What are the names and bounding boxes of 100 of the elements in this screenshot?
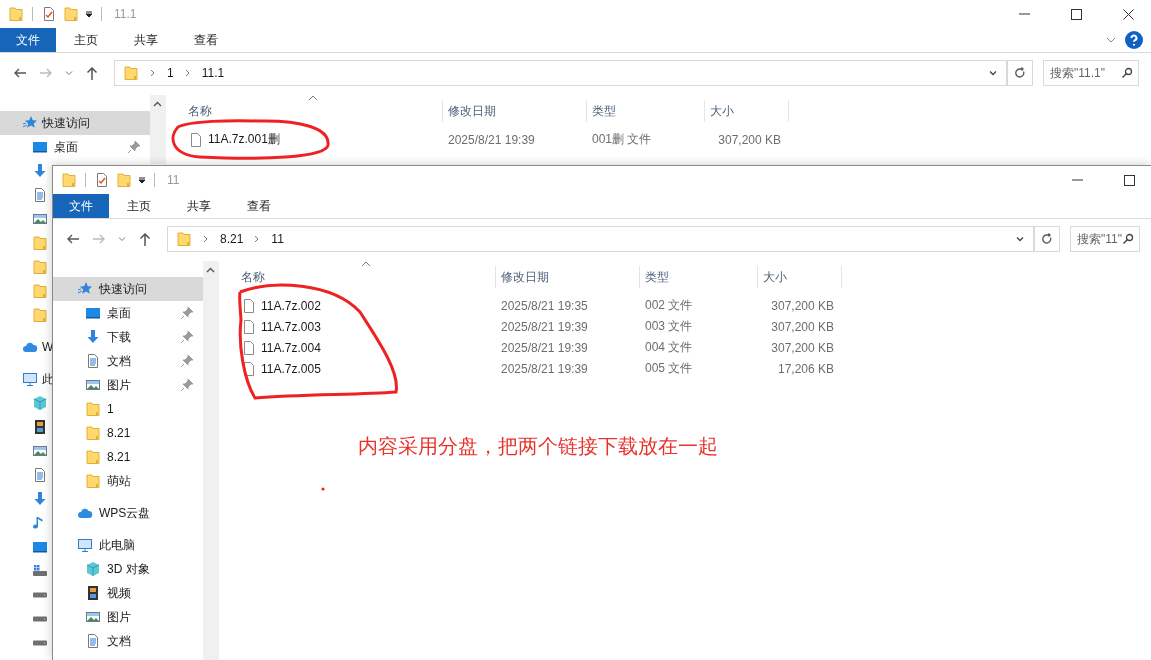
file-name[interactable]: 11A.7z.004 xyxy=(261,340,321,355)
document-icon xyxy=(85,353,101,369)
table-cell-text: 2025/8/21 19:39 xyxy=(500,340,589,355)
computer-icon xyxy=(77,537,93,553)
ribbon-tab[interactable]: 文件 xyxy=(0,28,56,52)
table-cell-text: 17,206 KB xyxy=(776,361,835,376)
file-name[interactable]: 11A.7z.002 xyxy=(261,298,321,313)
column-header[interactable]: 类型 xyxy=(640,266,758,288)
picture-icon xyxy=(85,609,101,625)
drive-icon xyxy=(32,592,48,598)
search-icon[interactable] xyxy=(1121,67,1133,79)
folder-icon xyxy=(61,172,77,188)
refresh-button[interactable] xyxy=(1034,226,1060,252)
column-header[interactable]: 修改日期 xyxy=(443,100,587,122)
address-bar[interactable]: 1 11.1 xyxy=(114,60,1007,86)
up-arrow-icon[interactable] xyxy=(137,231,153,247)
chevron-right-icon xyxy=(202,234,210,244)
sidebar-item[interactable]: 图片 xyxy=(107,376,131,394)
sidebar-item[interactable]: 文档 xyxy=(107,352,131,370)
chevron-right-icon xyxy=(149,68,157,78)
sidebar-item[interactable]: 视频 xyxy=(107,584,131,602)
minimize-icon[interactable] xyxy=(1018,13,1030,15)
column-header[interactable]: 大小 xyxy=(758,266,842,288)
folder-icon xyxy=(32,283,48,299)
dropdown-arrow-icon[interactable] xyxy=(85,10,93,18)
desktop-icon xyxy=(32,139,48,155)
sidebar-item[interactable]: 桌面 xyxy=(54,138,78,156)
column-header[interactable]: 名称 xyxy=(219,266,496,288)
close-icon[interactable] xyxy=(1122,8,1134,20)
folder-icon xyxy=(123,65,139,81)
scrollbar[interactable] xyxy=(203,261,218,660)
file-name[interactable]: 11A.7z.001删 xyxy=(208,131,280,148)
search-field[interactable]: 搜索"11" xyxy=(1070,226,1140,252)
up-arrow-icon[interactable] xyxy=(84,65,100,81)
breadcrumb-item[interactable]: 1 xyxy=(167,66,174,80)
file-icon xyxy=(241,339,257,356)
breadcrumb-item[interactable]: 11 xyxy=(271,232,284,246)
file-icon xyxy=(241,318,257,335)
search-field[interactable]: 搜索"11.1" xyxy=(1043,60,1139,86)
folder-icon xyxy=(32,259,48,275)
download-arrow-icon xyxy=(32,491,48,507)
window-title: 11 xyxy=(167,173,180,187)
column-header[interactable]: 大小 xyxy=(705,100,789,122)
help-button[interactable] xyxy=(1125,31,1143,49)
folder-icon xyxy=(176,231,192,247)
maximize-icon[interactable] xyxy=(1070,8,1082,20)
table-cell-text: 2025/8/21 19:39 xyxy=(500,361,589,376)
table-cell-text: 001删 文件 xyxy=(591,131,653,148)
picture-icon xyxy=(85,377,101,393)
file-icon xyxy=(188,131,204,148)
scrollbar[interactable] xyxy=(150,95,165,164)
refresh-icon[interactable] xyxy=(1013,66,1027,80)
refresh-icon[interactable] xyxy=(1040,232,1054,246)
column-header[interactable]: 修改日期 xyxy=(496,266,640,288)
ribbon-tab[interactable]: 文件 xyxy=(53,194,109,218)
annotation-dot xyxy=(321,487,325,491)
file-icon xyxy=(241,297,257,314)
table-cell-text: 003 文件 xyxy=(644,318,694,335)
sidebar-item[interactable]: 萌站 xyxy=(107,472,131,490)
checklist-icon xyxy=(41,6,57,22)
picture-icon xyxy=(32,211,48,227)
film-icon xyxy=(32,419,48,435)
table-cell-text: 2025/8/21 19:39 xyxy=(447,132,536,147)
sidebar-item[interactable]: 文档 xyxy=(107,632,131,650)
sidebar-item[interactable]: WPS云盘 xyxy=(99,504,151,522)
file-name[interactable]: 11A.7z.003 xyxy=(261,319,321,334)
breadcrumb-item[interactable]: 8.21 xyxy=(220,232,244,246)
sort-caret-icon xyxy=(361,261,371,267)
folder-icon xyxy=(8,6,24,22)
computer-icon xyxy=(22,371,38,387)
drive-icon xyxy=(32,640,48,646)
drive-icon xyxy=(32,616,48,622)
checklist-icon xyxy=(94,172,110,188)
dropdown-arrow-icon[interactable] xyxy=(138,176,146,184)
sidebar-item[interactable]: 1 xyxy=(107,402,114,416)
column-header[interactable]: 名称 xyxy=(166,100,443,122)
breadcrumb-item[interactable]: 11.1 xyxy=(201,66,225,80)
refresh-button[interactable] xyxy=(1007,60,1033,86)
table-cell-text: 2025/8/21 19:35 xyxy=(500,298,589,313)
chevron-right-icon xyxy=(183,68,192,78)
sidebar-item[interactable]: 图片 xyxy=(107,608,131,626)
column-header[interactable]: 类型 xyxy=(587,100,705,122)
download-arrow-icon xyxy=(85,329,101,345)
folder-icon xyxy=(85,401,101,417)
sidebar-item[interactable]: 8.21 xyxy=(107,426,131,440)
sidebar-item[interactable]: 此电脑 xyxy=(99,536,135,554)
address-bar[interactable]: 8.21 11 xyxy=(167,226,1034,252)
chevron-down-icon[interactable] xyxy=(1015,234,1025,244)
sidebar-item[interactable]: 桌面 xyxy=(107,304,131,322)
search-icon[interactable] xyxy=(1122,233,1134,245)
sidebar-item[interactable]: 8.21 xyxy=(107,450,131,464)
sidebar-item[interactable]: 下载 xyxy=(107,328,131,346)
maximize-icon[interactable] xyxy=(1123,174,1135,186)
film-icon xyxy=(85,585,101,601)
cube-icon xyxy=(85,561,101,577)
sidebar-item[interactable]: 3D 对象 xyxy=(107,560,150,578)
file-name[interactable]: 11A.7z.005 xyxy=(261,361,321,376)
folder-icon xyxy=(116,172,132,188)
minimize-icon[interactable] xyxy=(1071,179,1083,181)
chevron-down-icon[interactable] xyxy=(988,68,998,78)
